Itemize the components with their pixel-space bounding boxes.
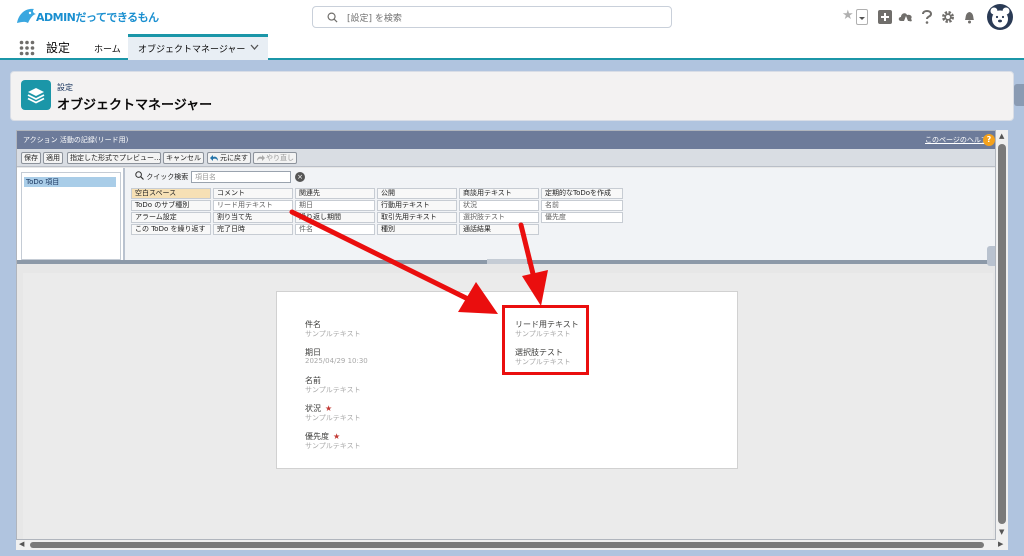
editor-title-bar: アクション 活動の記録(リード用) このページのヘルプ ? <box>17 131 995 149</box>
palette-collapse-handle[interactable] <box>487 259 527 264</box>
favorites-dropdown[interactable] <box>856 9 868 25</box>
layout-section: 件名 サンプルテキスト 期日 2025/04/29 10:30 名前 サンプルテ… <box>276 291 738 469</box>
star-icon: ★ <box>842 8 854 23</box>
palette-field[interactable]: 商談用テキスト <box>459 188 539 199</box>
app-name: 設定 <box>46 41 71 55</box>
layout-canvas: 件名 サンプルテキスト 期日 2025/04/29 10:30 名前 サンプルテ… <box>23 273 993 539</box>
save-button[interactable]: 保存 <box>21 152 41 164</box>
redo-icon <box>257 155 265 161</box>
layout-field-value: サンプルテキスト <box>305 330 361 338</box>
palette-field[interactable]: コメント <box>213 188 293 199</box>
required-star-icon: ★ <box>325 404 333 413</box>
quick-find-label: クイック検索 <box>135 171 191 183</box>
palette-field[interactable]: 公開 <box>377 188 457 199</box>
layout-editor: アクション 活動の記録(リード用) このページのヘルプ ? 保存 適用 指定した… <box>16 130 996 540</box>
app-logo[interactable]: ADMINだってできるもん <box>14 5 159 29</box>
preview-label: 指定した形式でプレビュー... <box>70 154 161 162</box>
quick-find-input[interactable]: 項目名 <box>191 171 291 183</box>
help-icon[interactable] <box>921 10 933 24</box>
palette-field[interactable]: 関連先 <box>295 188 375 199</box>
undo-label: 元に戻す <box>220 154 248 162</box>
nav-tab-home[interactable]: ホーム <box>94 42 121 55</box>
palette-field[interactable]: リード用テキスト <box>213 200 293 211</box>
palette-field[interactable]: 定期的なToDoを作成 <box>541 188 623 199</box>
object-manager-icon <box>21 80 51 110</box>
palette-side-handle[interactable] <box>987 246 995 266</box>
editor-title: アクション 活動の記録(リード用) <box>23 136 129 144</box>
palette-category-list: ToDo 項目 <box>21 172 121 260</box>
scroll-left-icon[interactable]: ◀ <box>19 540 24 548</box>
logo-text: ADMINだってできるもん <box>36 11 159 24</box>
page-title: オブジェクトマネージャー <box>57 98 213 113</box>
scroll-up-icon[interactable]: ▲ <box>999 132 1004 140</box>
palette-field[interactable]: 期日 <box>295 200 375 211</box>
highlight-box <box>502 305 589 375</box>
app-launcher-icon[interactable] <box>19 40 35 56</box>
help-link[interactable]: このページのヘルプ <box>925 135 988 145</box>
palette-field[interactable]: アラーム設定 <box>131 212 211 223</box>
scroll-down-icon[interactable]: ▼ <box>999 528 1004 536</box>
layout-field-value: 2025/04/29 10:30 <box>305 357 368 365</box>
palette-field[interactable]: 行動用テキスト <box>377 200 457 211</box>
horizontal-scrollbar[interactable]: ◀ ▶ <box>16 540 1008 550</box>
required-star-icon: ★ <box>333 432 341 441</box>
palette-field[interactable]: ToDo のサブ種別 <box>131 200 211 211</box>
palette-field[interactable]: 種別 <box>377 224 457 235</box>
palette-field[interactable]: この ToDo を繰り返す <box>131 224 211 235</box>
apply-button[interactable]: 適用 <box>43 152 63 164</box>
redo-button[interactable]: やり直し <box>253 152 297 164</box>
nav-tab-label: オブジェクトマネージャー <box>138 45 246 55</box>
undo-button[interactable]: 元に戻す <box>207 152 251 164</box>
palette-field[interactable]: 割り当て先 <box>213 212 293 223</box>
palette-field[interactable]: 優先度 <box>541 212 623 223</box>
palette-category-todo-fields[interactable]: ToDo 項目 <box>24 177 116 187</box>
magnifier-icon <box>135 171 144 180</box>
scroll-right-icon[interactable]: ▶ <box>998 540 1003 548</box>
favorites-button[interactable]: ★ <box>842 8 868 27</box>
layout-field-value: サンプルテキスト <box>305 442 361 450</box>
clear-search-icon[interactable]: × <box>295 172 305 182</box>
global-search-input[interactable]: [設定] を検索 <box>312 6 672 28</box>
chevron-down-icon[interactable] <box>250 44 259 51</box>
preview-as-dropdown[interactable]: 指定した形式でプレビュー... <box>67 152 161 164</box>
notification-bell-icon[interactable] <box>963 10 976 24</box>
nav-tab-object-manager[interactable]: オブジェクトマネージャー <box>128 34 268 60</box>
palette-field[interactable]: 完了日時 <box>213 224 293 235</box>
palette-field[interactable]: 件名 <box>295 224 375 235</box>
global-header: ADMINだってできるもん [設定] を検索 ★ <box>0 0 1024 34</box>
undo-icon <box>210 155 218 161</box>
palette-field[interactable]: 選択肢テスト <box>459 212 539 223</box>
cancel-button[interactable]: キャンセル <box>163 152 204 164</box>
layout-field-value: サンプルテキスト <box>305 414 361 422</box>
help-question-icon[interactable]: ? <box>983 134 995 146</box>
palette-field[interactable]: 取引先用テキスト <box>377 212 457 223</box>
palette-field[interactable]: 繰り返し期間 <box>295 212 375 223</box>
trailhead-icon[interactable] <box>898 10 914 24</box>
vertical-scrollbar[interactable]: ▲ ▼ <box>996 130 1008 540</box>
page-header: 設定 オブジェクトマネージャー <box>10 71 1014 121</box>
horizontal-scroll-thumb[interactable] <box>30 542 984 548</box>
global-add-icon[interactable] <box>878 10 892 24</box>
gear-icon[interactable] <box>941 10 955 24</box>
palette-field-area: クイック検索 項目名 × 空白スペース コメント 関連先 公開 商談用テキスト 定期的なT… <box>123 168 995 260</box>
user-avatar[interactable] <box>987 4 1013 30</box>
palette-field[interactable]: 状況 <box>459 200 539 211</box>
field-palette: ToDo 項目 クイック検索 項目名 × 空白スペース コメント 関連先 公開 商談用テ… <box>17 168 995 266</box>
palette-field[interactable]: 空白スペース <box>131 188 211 199</box>
search-placeholder: [設定] を検索 <box>347 14 402 24</box>
caret-down-icon <box>859 17 865 20</box>
search-icon <box>327 12 338 23</box>
layout-field-value: サンプルテキスト <box>305 386 361 394</box>
breadcrumb[interactable]: 設定 <box>57 82 73 93</box>
palette-field[interactable]: 通話結果 <box>459 224 539 235</box>
palette-field[interactable]: 名前 <box>541 200 623 211</box>
bear-avatar-icon <box>990 7 1010 28</box>
side-panel-tab[interactable] <box>1014 84 1024 106</box>
editor-toolbar: 保存 適用 指定した形式でプレビュー... キャンセル 元に戻す やり直し <box>17 149 995 167</box>
redo-label: やり直し <box>266 154 294 162</box>
vertical-scroll-thumb[interactable] <box>998 144 1006 524</box>
navigation-bar: 設定 ホーム オブジェクトマネージャー <box>0 34 1024 60</box>
